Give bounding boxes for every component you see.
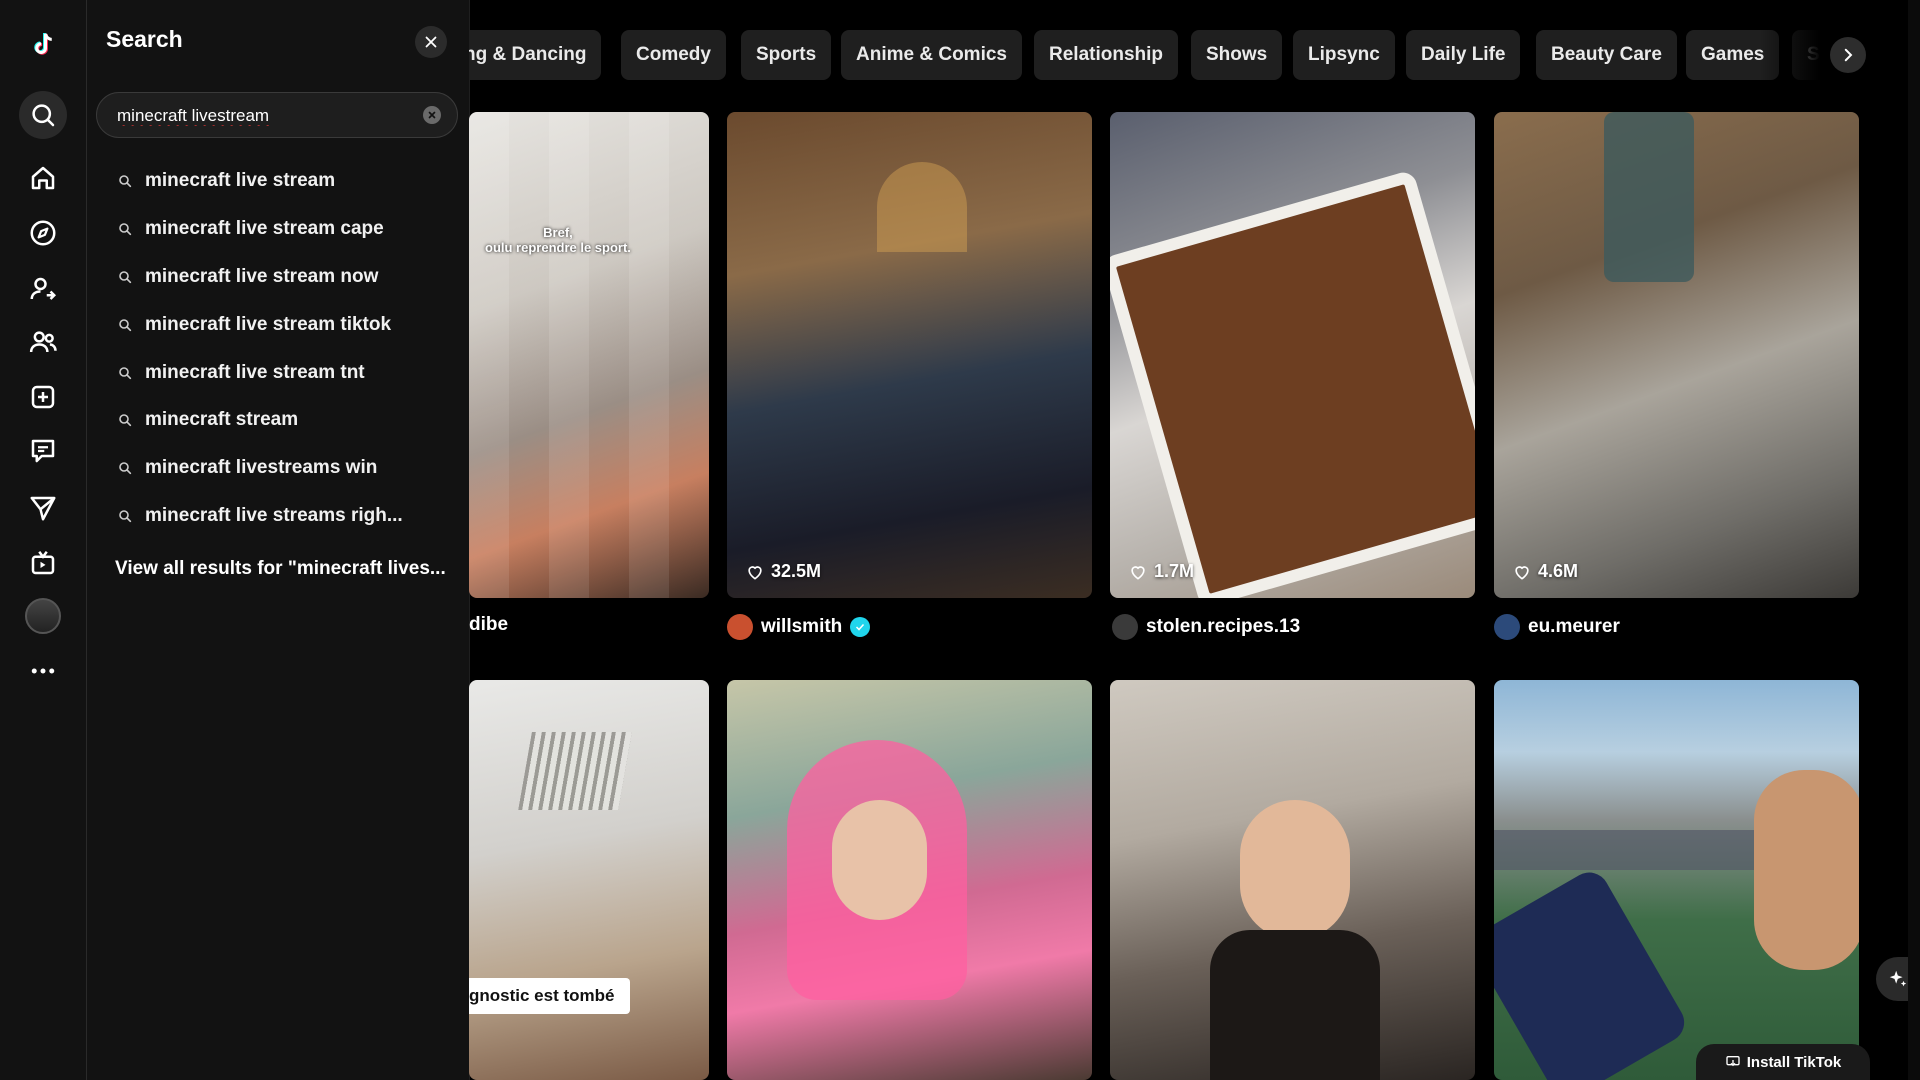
suggestion-label: minecraft stream	[145, 409, 299, 430]
author-avatar	[1112, 614, 1138, 640]
suggestion-label: minecraft live streams righ...	[145, 505, 403, 526]
video-overlay-text: gnostic est tombé	[469, 978, 631, 1014]
install-tiktok-button[interactable]: Install TikTok	[1696, 1044, 1870, 1080]
search-icon	[119, 175, 132, 188]
likes-count: 4.6M	[1538, 561, 1579, 581]
clear-search-button[interactable]	[423, 106, 441, 124]
video-card[interactable]: 4.6M	[1494, 112, 1859, 598]
video-card[interactable]	[727, 680, 1092, 1080]
video-card[interactable]	[1494, 680, 1859, 1080]
search-suggestion[interactable]: minecraft live stream tnt	[117, 358, 365, 388]
video-likes: 32.5M	[745, 561, 821, 582]
category-chip[interactable]: Shows	[1191, 30, 1283, 80]
video-card[interactable]: Bref, oulu reprendre le sport.	[469, 112, 709, 598]
video-author[interactable]: stolen.recipes.13	[1112, 614, 1300, 640]
search-panel: Search minecraft live stream minecraft l…	[87, 0, 470, 1080]
heart-icon	[748, 565, 762, 580]
search-icon	[119, 271, 132, 284]
chips-next-button[interactable]	[1830, 37, 1866, 73]
author-name: stolen.recipes.13	[1146, 616, 1301, 637]
author-name: willsmith	[761, 616, 843, 637]
search-input[interactable]	[115, 93, 409, 139]
category-chip[interactable]: Daily Life	[1406, 30, 1521, 80]
video-card[interactable]: 1.7M	[1110, 112, 1475, 598]
install-label: Install TikTok	[1746, 1053, 1842, 1071]
category-chip[interactable]: ng & Dancing	[469, 30, 602, 80]
video-card[interactable]: gnostic est tombé	[469, 680, 709, 1080]
profile-icon[interactable]	[22, 595, 64, 637]
verified-badge-icon	[850, 617, 871, 637]
search-suggestion[interactable]: minecraft live stream	[117, 166, 335, 196]
author-name: eu.meurer	[1528, 616, 1620, 637]
search-suggestion[interactable]: minecraft live stream cape	[117, 214, 384, 244]
author-name: dibe	[469, 614, 509, 635]
suggestion-label: minecraft live stream tiktok	[145, 314, 392, 335]
search-icon[interactable]	[19, 91, 67, 139]
video-author[interactable]: eu.meurer	[1494, 614, 1620, 640]
search-icon	[119, 510, 132, 523]
more-icon[interactable]	[22, 650, 64, 692]
search-suggestion[interactable]: minecraft live streams righ...	[117, 501, 403, 531]
install-icon	[1726, 1056, 1740, 1067]
category-chip[interactable]: Anime & Comics	[841, 30, 1022, 80]
video-overlay-text: Bref, oulu reprendre le sport.	[485, 225, 631, 255]
search-box	[96, 92, 458, 139]
category-chip[interactable]: Sports	[741, 30, 832, 80]
likes-count: 32.5M	[771, 561, 822, 581]
search-suggestion[interactable]: minecraft livestreams win	[117, 453, 377, 483]
category-chip[interactable]: Beauty Care	[1536, 30, 1677, 80]
search-icon	[119, 462, 132, 475]
suggestion-label: minecraft live stream cape	[145, 218, 384, 239]
messages-icon[interactable]	[22, 430, 64, 472]
view-all-results-link[interactable]: View all results for "minecraft lives...	[115, 558, 446, 580]
heart-icon	[1515, 565, 1529, 580]
heart-icon	[1131, 565, 1145, 580]
friends-icon[interactable]	[22, 321, 64, 363]
video-likes: 4.6M	[1512, 561, 1578, 582]
video-author[interactable]: willsmith	[727, 614, 871, 640]
video-card[interactable]: 32.5M	[727, 112, 1092, 598]
clear-icon	[428, 111, 436, 119]
search-icon	[119, 414, 132, 427]
author-avatar	[727, 614, 753, 640]
category-chip[interactable]: Relationship	[1034, 30, 1179, 80]
category-chip[interactable]: Lipsync	[1293, 30, 1395, 80]
chevron-right-icon	[1844, 48, 1853, 62]
author-avatar	[1494, 614, 1520, 640]
live-icon[interactable]	[22, 542, 64, 584]
suggestion-label: minecraft live stream now	[145, 266, 379, 287]
search-suggestion[interactable]: minecraft live stream tiktok	[117, 310, 391, 340]
tiktok-logo-icon[interactable]	[22, 24, 64, 66]
suggestion-label: minecraft live stream tnt	[145, 362, 365, 383]
sparkle-icon	[1889, 970, 1907, 987]
left-nav-rail	[0, 0, 87, 1080]
search-suggestion[interactable]: minecraft stream	[117, 405, 298, 435]
video-likes: 1.7M	[1128, 561, 1194, 582]
search-icon	[119, 367, 132, 380]
upload-icon[interactable]	[22, 376, 64, 418]
category-chips: ng & Dancing Comedy Sports Anime & Comic…	[469, 30, 1867, 80]
video-card[interactable]	[1110, 680, 1475, 1080]
likes-count: 1.7M	[1154, 561, 1195, 581]
search-suggestion[interactable]: minecraft live stream now	[117, 262, 378, 292]
following-icon[interactable]	[22, 268, 64, 310]
page-scrollbar[interactable]	[1908, 0, 1920, 1080]
suggestion-label: minecraft livestreams win	[145, 457, 378, 478]
explore-icon[interactable]	[22, 212, 64, 254]
close-icon	[425, 36, 437, 48]
video-author[interactable]: dibe	[469, 614, 508, 636]
suggestion-label: minecraft live stream	[145, 170, 336, 191]
category-chip[interactable]: Comedy	[621, 30, 726, 80]
search-icon	[119, 319, 132, 332]
close-search-button[interactable]	[415, 26, 447, 58]
home-icon[interactable]	[22, 157, 64, 199]
activity-icon[interactable]	[22, 487, 64, 529]
search-panel-title: Search	[106, 26, 183, 52]
search-icon	[119, 223, 132, 236]
